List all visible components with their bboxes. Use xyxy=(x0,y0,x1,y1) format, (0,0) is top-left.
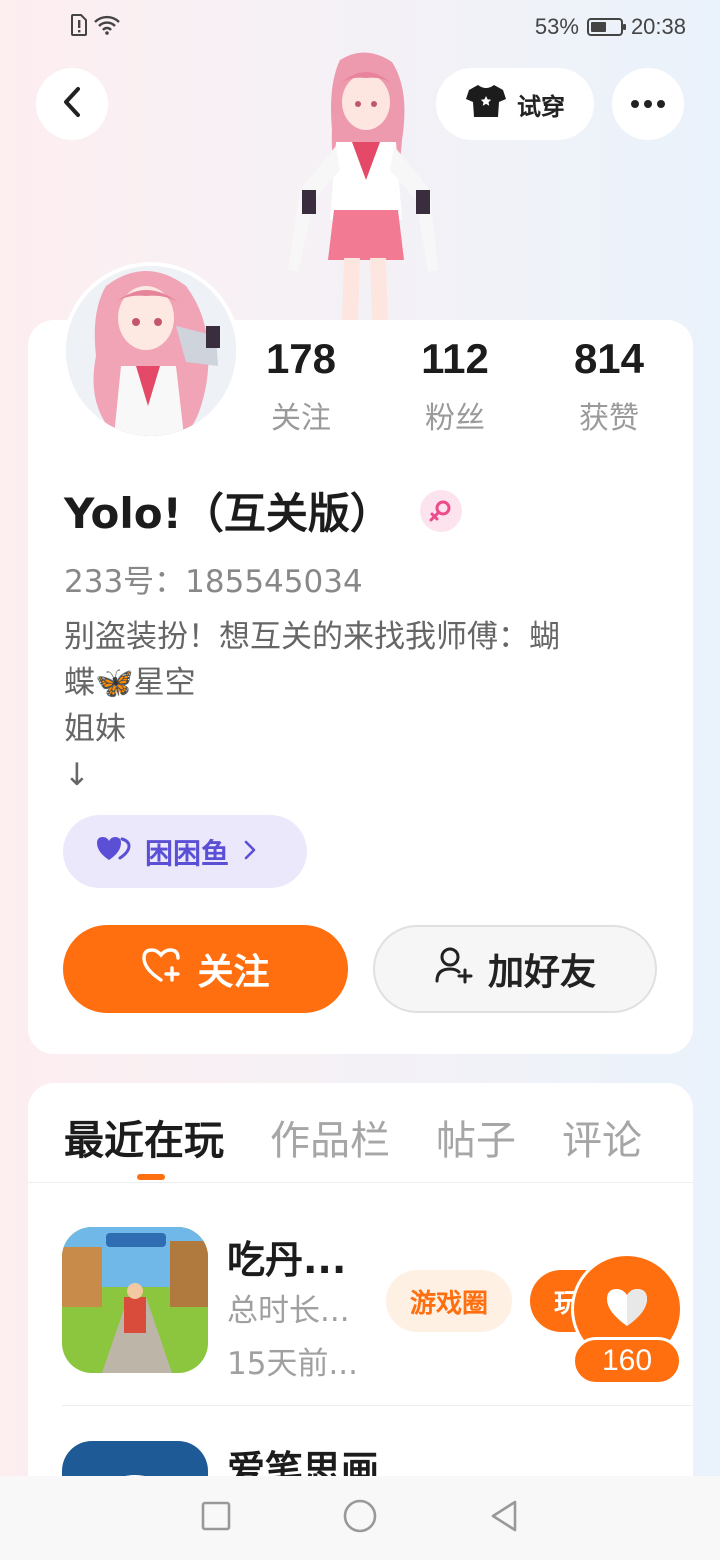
game-circle-button[interactable]: 游戏圈 xyxy=(386,1270,512,1332)
game-icon[interactable] xyxy=(62,1227,208,1373)
sim-alert-icon xyxy=(70,14,88,40)
add-user-icon xyxy=(434,945,474,994)
bio: 别盗装扮！想互关的来找我师傅：蝴 蝶🦋星空 姐妹 ↓ xyxy=(64,614,644,798)
stat-following[interactable]: 178 关注 xyxy=(224,335,378,445)
nickname-row: Yolo!（互关版） xyxy=(64,480,462,541)
avatar-character-illustration xyxy=(270,50,460,322)
heart-icon xyxy=(604,1286,650,1332)
divider xyxy=(28,1182,693,1183)
profile-stats: 178 关注 112 粉丝 814 获赞 xyxy=(224,335,686,445)
add-friend-button[interactable]: 加好友 xyxy=(373,925,657,1013)
more-button[interactable] xyxy=(612,68,684,140)
tab-indicator xyxy=(137,1174,165,1180)
bio-line: 蝶🦋星空 xyxy=(64,665,196,701)
tab-posts[interactable]: 帖子 xyxy=(436,1108,516,1166)
bio-line: 别盗装扮！想互关的来找我师傅：蝴 xyxy=(64,619,560,655)
try-on-button[interactable]: 试穿 xyxy=(436,68,594,140)
stat-fans[interactable]: 112 粉丝 xyxy=(378,335,532,445)
shirt-icon xyxy=(465,83,507,125)
more-dots-icon xyxy=(631,100,639,108)
stat-label: 获赞 xyxy=(579,401,639,436)
female-icon xyxy=(419,489,462,532)
status-bar: 53% 20:38 xyxy=(0,0,720,56)
wifi-icon xyxy=(94,15,120,39)
stat-value: 814 xyxy=(573,335,645,382)
bio-line: 姐妹 xyxy=(64,711,126,747)
like-count: 160 xyxy=(572,1337,682,1385)
back-triangle-icon[interactable] xyxy=(488,1499,520,1537)
add-friend-label: 加好友 xyxy=(487,952,596,993)
game-playtime: 总时长... xyxy=(227,1293,350,1329)
battery-fill xyxy=(590,22,606,32)
user-id: 233号：185545034 xyxy=(64,564,363,600)
divider xyxy=(62,1405,693,1406)
battery-icon xyxy=(586,18,626,36)
nickname: Yolo!（互关版） xyxy=(64,489,392,538)
guild-label: 困困鱼 xyxy=(145,836,230,870)
home-icon[interactable] xyxy=(342,1498,378,1538)
stat-label: 关注 xyxy=(271,401,331,436)
game-title: 吃丹... xyxy=(227,1238,347,1282)
battery-percent: 53% xyxy=(534,14,579,39)
try-on-label: 试穿 xyxy=(517,92,565,121)
tab-bar: 最近在玩 作品栏 帖子 评论 xyxy=(64,1108,642,1166)
stat-value: 112 xyxy=(421,335,489,382)
bio-line: ↓ xyxy=(64,757,90,793)
chevron-right-icon xyxy=(243,835,257,868)
stat-label: 粉丝 xyxy=(425,401,485,436)
status-icons-left xyxy=(70,14,120,40)
tab-comments[interactable]: 评论 xyxy=(562,1108,642,1166)
guild-tag[interactable]: 困困鱼 xyxy=(63,815,307,888)
tab-recently-played[interactable]: 最近在玩 xyxy=(64,1108,224,1166)
chevron-left-icon xyxy=(61,86,83,122)
tab-works[interactable]: 作品栏 xyxy=(270,1108,390,1166)
follow-label: 关注 xyxy=(197,952,270,993)
stat-likes[interactable]: 814 获赞 xyxy=(532,335,686,445)
status-icons-right: 53% 20:38 xyxy=(535,14,686,40)
double-heart-icon xyxy=(95,834,131,869)
recent-apps-icon[interactable] xyxy=(200,1500,232,1536)
follow-button[interactable]: 关注 xyxy=(63,925,348,1013)
system-nav-bar xyxy=(0,1476,720,1560)
game-last-played: 15天前... xyxy=(227,1346,359,1382)
heart-plus-icon xyxy=(141,946,183,993)
stat-value: 178 xyxy=(265,335,337,382)
clock: 20:38 xyxy=(630,14,686,39)
avatar[interactable] xyxy=(62,262,240,440)
back-button[interactable] xyxy=(36,68,108,140)
